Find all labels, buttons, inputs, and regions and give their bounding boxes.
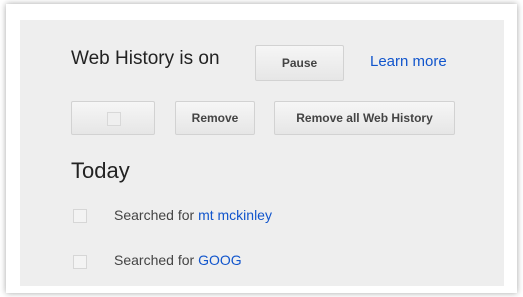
history-item-checkbox[interactable] xyxy=(73,209,87,223)
remove-all-history-button[interactable]: Remove all Web History xyxy=(274,101,455,135)
history-item-prefix: Searched for xyxy=(114,252,195,268)
remove-button[interactable]: Remove xyxy=(175,101,255,135)
pause-button[interactable]: Pause xyxy=(255,45,344,81)
learn-more-link[interactable]: Learn more xyxy=(370,52,447,72)
history-item-checkbox[interactable] xyxy=(73,255,87,269)
section-heading-today: Today xyxy=(71,158,130,183)
select-all-button[interactable] xyxy=(71,101,155,135)
history-item: Searched for GOOG xyxy=(114,251,242,269)
history-item: Searched for mt mckinley xyxy=(114,206,272,224)
history-item-query-link[interactable]: mt mckinley xyxy=(198,207,272,223)
checkbox-icon xyxy=(107,112,121,126)
web-history-status: Web History is on xyxy=(71,48,220,69)
history-item-prefix: Searched for xyxy=(114,207,195,223)
history-item-query-link[interactable]: GOOG xyxy=(198,252,242,268)
